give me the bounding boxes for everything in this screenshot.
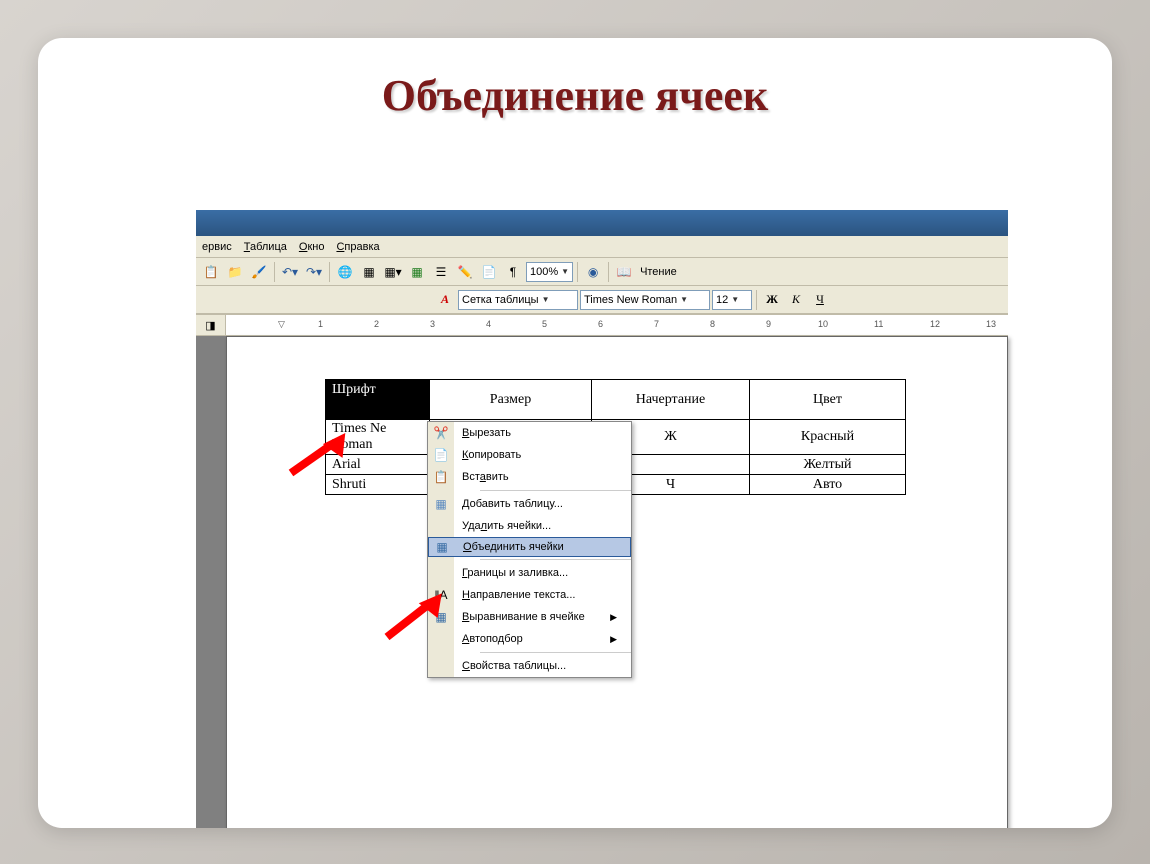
menu-bar: ервис Таблица Окно Справка [196, 236, 1008, 258]
show-hide-icon[interactable]: ¶ [502, 261, 524, 283]
ruler: ◨ ▽ 1 2 3 4 5 6 7 8 9 10 11 12 13 [196, 314, 1008, 336]
table-cell[interactable]: Желтый [750, 455, 906, 475]
formatting-toolbar: A Сетка таблицы ▼ Times New Roman ▼ 12 ▼… [196, 286, 1008, 314]
underline-button[interactable]: Ч [809, 289, 831, 311]
redo-icon[interactable]: ↷▾ [303, 261, 325, 283]
bold-button[interactable]: Ж [761, 289, 783, 311]
selected-header-cell[interactable]: Шрифт [326, 380, 430, 400]
menu-borders[interactable]: Границы и заливка... [428, 562, 631, 584]
table-cell[interactable]: Авто [750, 475, 906, 495]
reading-label[interactable]: Чтение [637, 266, 680, 278]
menu-paste[interactable]: 📋 Вставить [428, 466, 631, 488]
drawing-icon[interactable]: ✏️ [454, 261, 476, 283]
toolbar-separator [608, 262, 609, 282]
format-painter-icon[interactable]: 🖌️ [248, 261, 270, 283]
slide-frame: Объединение ячеек ервис Таблица Окно Спр… [38, 38, 1112, 828]
context-menu: ✂️ Вырезать 📄 Копировать 📋 Вставить ▦ [427, 421, 632, 678]
font-style-icon[interactable]: A [434, 289, 456, 311]
italic-button[interactable]: К [785, 289, 807, 311]
menu-autofit[interactable]: Автоподбор ▶ [428, 628, 631, 650]
table-header-size[interactable]: Размер [430, 380, 592, 420]
selected-cell[interactable] [326, 400, 430, 420]
style-value: Сетка таблицы [462, 294, 539, 306]
chevron-down-icon: ▼ [680, 295, 688, 304]
ruler-corner: ◨ [196, 315, 226, 335]
size-value: 12 [716, 294, 728, 306]
table-icon: ▦ [435, 497, 446, 511]
toolbar-separator [577, 262, 578, 282]
table-cell[interactable]: Красный [750, 420, 906, 455]
slide-title: Объединение ячеек [38, 38, 1112, 135]
tables-icon[interactable]: ▦ [358, 261, 380, 283]
table-row[interactable]: Шрифт Размер Начертание Цвет [326, 380, 906, 400]
menu-table[interactable]: Таблица [244, 241, 287, 253]
submenu-arrow-icon: ▶ [610, 634, 617, 645]
scissors-icon: ✂️ [434, 426, 449, 440]
menu-text-direction[interactable]: ǁA Направление текста... [428, 584, 631, 606]
menu-alignment[interactable]: ▦ Выравнивание в ячейке ▶ [428, 606, 631, 628]
submenu-arrow-icon: ▶ [610, 612, 617, 623]
open-icon[interactable]: 📁 [224, 261, 246, 283]
style-combo[interactable]: Сетка таблицы ▼ [458, 290, 578, 310]
help-icon[interactable]: ◉ [582, 261, 604, 283]
insert-table-icon[interactable]: ▦▾ [382, 261, 404, 283]
menu-window[interactable]: Окно [299, 241, 325, 253]
page[interactable]: Шрифт Размер Начертание Цвет Times NeRom… [226, 336, 1008, 828]
undo-icon[interactable]: ↶▾ [279, 261, 301, 283]
merge-icon: ▦ [436, 540, 447, 554]
table-cell[interactable]: Shruti [326, 475, 430, 495]
excel-icon[interactable]: ▦ [406, 261, 428, 283]
font-value: Times New Roman [584, 294, 677, 306]
toolbar-separator [274, 262, 275, 282]
vertical-ruler [196, 336, 226, 828]
paste-icon: 📋 [434, 470, 449, 484]
standard-toolbar: 📋 📁 🖌️ ↶▾ ↷▾ 🌐 ▦ ▦▾ ▦ ☰ ✏️ 📄 ¶ 100% ▼ ◉ … [196, 258, 1008, 286]
copy-icon: 📄 [434, 448, 449, 462]
toolbar-separator [756, 290, 757, 310]
menu-add-table[interactable]: ▦ Добавить таблицу... [428, 493, 631, 515]
word-app-window: ервис Таблица Окно Справка 📋 📁 🖌️ ↶▾ ↷▾ … [196, 210, 1008, 828]
document-area: Шрифт Размер Начертание Цвет Times NeRom… [196, 336, 1008, 828]
chevron-down-icon: ▼ [731, 295, 739, 304]
zoom-value: 100% [530, 266, 558, 278]
doc-map-icon[interactable]: 📄 [478, 261, 500, 283]
chevron-down-icon: ▼ [542, 295, 550, 304]
menu-help[interactable]: Справка [336, 241, 379, 253]
paste-icon[interactable]: 📋 [200, 261, 222, 283]
titlebar [196, 210, 1008, 236]
horizontal-ruler[interactable]: ▽ 1 2 3 4 5 6 7 8 9 10 11 12 13 [226, 315, 1008, 335]
read-icon[interactable]: 📖 [613, 261, 635, 283]
size-combo[interactable]: 12 ▼ [712, 290, 752, 310]
menu-delete-cells[interactable]: Удалить ячейки... [428, 515, 631, 537]
columns-icon[interactable]: ☰ [430, 261, 452, 283]
toolbar-separator [329, 262, 330, 282]
menu-table-properties[interactable]: Свойства таблицы... [428, 655, 631, 677]
table-header-color[interactable]: Цвет [750, 380, 906, 420]
menu-cut[interactable]: ✂️ Вырезать [428, 422, 631, 444]
font-combo[interactable]: Times New Roman ▼ [580, 290, 710, 310]
table-header-style[interactable]: Начертание [592, 380, 750, 420]
zoom-combo[interactable]: 100% ▼ [526, 262, 573, 282]
hyperlink-icon[interactable]: 🌐 [334, 261, 356, 283]
menu-copy[interactable]: 📄 Копировать [428, 444, 631, 466]
menu-service[interactable]: ервис [202, 241, 232, 253]
chevron-down-icon: ▼ [561, 267, 569, 276]
menu-merge-cells[interactable]: ▦ Объединить ячейки [428, 537, 631, 557]
